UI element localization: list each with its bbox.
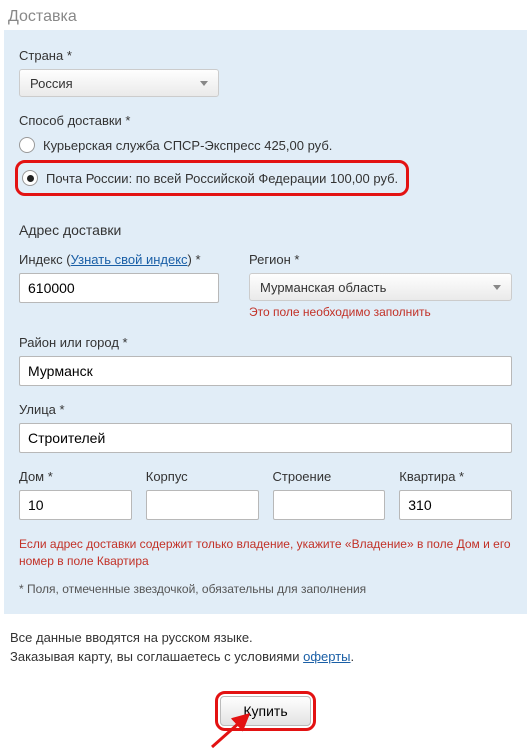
- radio-icon: [19, 137, 35, 153]
- street-group: Улица *: [19, 402, 512, 453]
- street-label: Улица *: [19, 402, 512, 417]
- shipping-option-2-label: Почта России: по всей Российской Федерац…: [46, 171, 398, 186]
- address-heading: Адрес доставки: [19, 222, 512, 238]
- building-input[interactable]: [273, 490, 386, 520]
- offer-link[interactable]: оферты: [303, 649, 350, 664]
- buy-wrap: Купить: [10, 691, 521, 731]
- footer: Все данные вводятся на русском языке. За…: [0, 614, 531, 745]
- index-input[interactable]: [19, 273, 219, 303]
- house-label: Дом *: [19, 469, 132, 484]
- shipping-option-1[interactable]: Курьерская служба СПСР-Экспресс 425,00 р…: [19, 134, 512, 156]
- city-input[interactable]: [19, 356, 512, 386]
- shipping-label: Способ доставки *: [19, 113, 512, 128]
- index-region-row: Индекс (Узнать свой индекс) * Регион * М…: [19, 252, 512, 319]
- building-group: Строение: [273, 469, 386, 520]
- section-title: Доставка: [8, 8, 531, 26]
- arrow-icon: [210, 709, 260, 749]
- region-group: Регион * Мурманская область Это поле нео…: [249, 252, 512, 319]
- korpus-label: Корпус: [146, 469, 259, 484]
- index-link[interactable]: Узнать свой индекс: [71, 252, 188, 267]
- region-select[interactable]: Мурманская область: [249, 273, 512, 301]
- korpus-group: Корпус: [146, 469, 259, 520]
- footer-line2: Заказывая карту, вы соглашаетесь с услов…: [10, 647, 521, 667]
- apt-input[interactable]: [399, 490, 512, 520]
- note-ownership: Если адрес доставки содержит только влад…: [19, 536, 512, 570]
- shipping-group: Способ доставки * Курьерская служба СПСР…: [19, 113, 512, 206]
- country-label: Страна *: [19, 48, 512, 63]
- country-value: Россия: [30, 76, 73, 91]
- country-group: Страна * Россия: [19, 48, 512, 97]
- index-group: Индекс (Узнать свой индекс) *: [19, 252, 219, 319]
- region-error: Это поле необходимо заполнить: [249, 305, 512, 319]
- note-required: * Поля, отмеченные звездочкой, обязатель…: [19, 582, 512, 596]
- city-group: Район или город *: [19, 335, 512, 386]
- street-input[interactable]: [19, 423, 512, 453]
- index-label: Индекс (Узнать свой индекс) *: [19, 252, 219, 267]
- house-row: Дом * Корпус Строение Квартира *: [19, 469, 512, 520]
- building-label: Строение: [273, 469, 386, 484]
- shipping-option-2[interactable]: Почта России: по всей Российской Федерац…: [22, 167, 398, 189]
- city-label: Район или город *: [19, 335, 512, 350]
- house-input[interactable]: [19, 490, 132, 520]
- footer-line1: Все данные вводятся на русском языке.: [10, 628, 521, 648]
- region-value: Мурманская область: [260, 280, 386, 295]
- radio-icon: [22, 170, 38, 186]
- shipping-option-2-highlight: Почта России: по всей Российской Федерац…: [15, 160, 409, 196]
- region-label: Регион *: [249, 252, 512, 267]
- delivery-panel: Страна * Россия Способ доставки * Курьер…: [4, 30, 527, 614]
- apt-label: Квартира *: [399, 469, 512, 484]
- apt-group: Квартира *: [399, 469, 512, 520]
- country-select[interactable]: Россия: [19, 69, 219, 97]
- house-group: Дом *: [19, 469, 132, 520]
- korpus-input[interactable]: [146, 490, 259, 520]
- shipping-option-1-label: Курьерская служба СПСР-Экспресс 425,00 р…: [43, 138, 332, 153]
